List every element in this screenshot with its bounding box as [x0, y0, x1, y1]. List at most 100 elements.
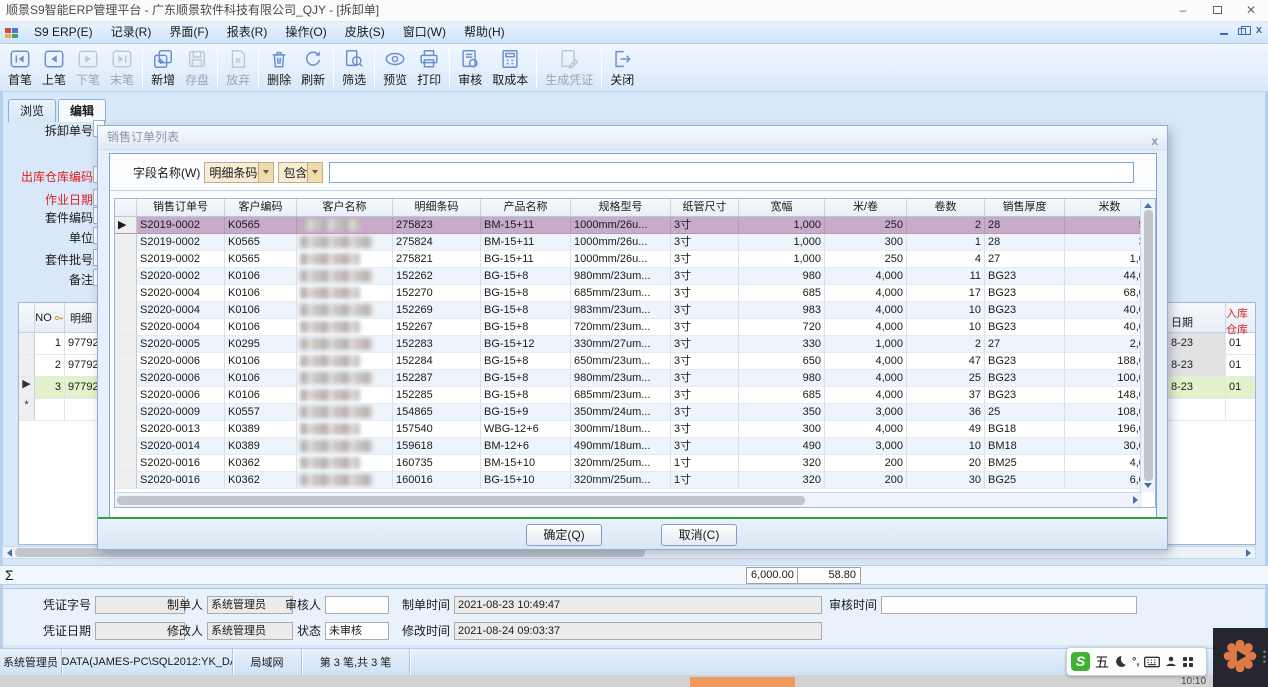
table-row[interactable]: ▶S2019-0002K0565275823BM-15+111000mm/26u…: [115, 217, 1155, 234]
dialog-close-icon[interactable]: x: [1151, 130, 1158, 153]
menu-item-4[interactable]: 操作(O): [276, 25, 335, 39]
user-icon[interactable]: [1165, 655, 1177, 668]
table-row[interactable]: S2019-0002K0565275824BM-15+111000mm/26u.…: [115, 234, 1155, 251]
table-row[interactable]: S2020-0016K0362160016BG-15+10320mm/25um.…: [115, 472, 1155, 489]
ime-toolbar[interactable]: S 五 °,: [1066, 647, 1207, 676]
grid-horizontal-scrollbar[interactable]: [115, 492, 1142, 507]
cancel-button[interactable]: 取消(C): [661, 524, 737, 546]
table-row[interactable]: 8-2301: [1168, 377, 1255, 399]
table-row[interactable]: S2020-0013K0389157540WBG-12+6300mm/18um.…: [115, 421, 1155, 438]
table-row[interactable]: 8-2301: [1168, 355, 1255, 377]
ime-mode-indicator[interactable]: 五: [1095, 652, 1109, 672]
chevron-down-icon[interactable]: [258, 163, 273, 182]
table-row[interactable]: ▶397792: [19, 377, 97, 399]
moon-icon[interactable]: [1114, 655, 1127, 668]
column-header-warehouse[interactable]: 入库仓库: [1226, 303, 1255, 332]
menu-item-7[interactable]: 帮助(H): [455, 25, 514, 39]
table-row[interactable]: S2020-0004K0106152267BG-15+8720mm/23um..…: [115, 319, 1155, 336]
menu-item-1[interactable]: 记录(R): [102, 25, 161, 39]
column-header-date[interactable]: 日期: [1168, 303, 1226, 332]
table-row[interactable]: S2020-0016K0362160735BM-15+10320mm/25um.…: [115, 455, 1155, 472]
grid-vertical-scrollbar[interactable]: [1140, 199, 1155, 492]
table-row[interactable]: 197792: [19, 333, 97, 355]
scrollbar-thumb[interactable]: [1144, 210, 1153, 481]
tab-edit[interactable]: 编辑: [58, 99, 106, 122]
column-header-客户名称[interactable]: 客户名称: [297, 199, 393, 217]
floating-app-icon[interactable]: •••: [1213, 628, 1268, 687]
column-header-销售厚度[interactable]: 销售厚度: [985, 199, 1065, 217]
os-taskbar[interactable]: [0, 675, 1268, 687]
redacted-customer-name: [300, 440, 373, 452]
toolbar-button-审核[interactable]: 审核: [453, 46, 487, 90]
column-header-宽幅[interactable]: 宽幅: [739, 199, 825, 217]
table-row[interactable]: S2020-0006K0106152285BG-15+8685mm/23um..…: [115, 387, 1155, 404]
mdi-restore-icon[interactable]: [1238, 28, 1246, 35]
column-header-销售订单号[interactable]: 销售订单号: [137, 199, 225, 217]
menu-item-3[interactable]: 报表(R): [218, 25, 277, 39]
scroll-left-icon[interactable]: [7, 549, 12, 557]
toolbar-button-删除[interactable]: 删除: [262, 46, 296, 90]
menu-item-6[interactable]: 窗口(W): [394, 25, 455, 39]
column-header-no[interactable]: NO: [35, 303, 65, 332]
toolbar-button-筛选[interactable]: 筛选: [337, 46, 371, 90]
menu-item-2[interactable]: 界面(F): [160, 25, 217, 39]
toolbar-button-打印[interactable]: 打印: [412, 46, 446, 90]
more-dots-icon[interactable]: •••: [1263, 650, 1266, 665]
toolbar-button-刷新[interactable]: 刷新: [296, 46, 330, 90]
toolbar-button-关闭[interactable]: 关闭: [605, 46, 639, 90]
scroll-right-icon[interactable]: [1246, 549, 1251, 557]
menu-item-5[interactable]: 皮肤(S): [336, 25, 394, 39]
filter-operator-select[interactable]: 包含: [278, 162, 323, 183]
table-row[interactable]: S2020-0009K0557154865BG-15+9350mm/24um..…: [115, 404, 1155, 421]
table-row[interactable]: 8-2301: [1168, 333, 1255, 355]
column-header-卷数[interactable]: 卷数: [907, 199, 985, 217]
table-row[interactable]: S2020-0006K0106152284BG-15+8650mm/23um..…: [115, 353, 1155, 370]
punctuation-icon[interactable]: °,: [1132, 656, 1139, 668]
column-header-selector[interactable]: [115, 199, 137, 217]
taskbar-app-highlight[interactable]: [690, 677, 795, 687]
keyboard-icon[interactable]: [1144, 656, 1160, 668]
table-row[interactable]: *: [19, 399, 97, 421]
ime-logo-icon[interactable]: S: [1071, 652, 1090, 671]
menu-item-0[interactable]: S9 ERP(E): [25, 25, 102, 39]
scroll-up-icon[interactable]: [1144, 203, 1152, 208]
scroll-down-icon[interactable]: [1144, 483, 1152, 488]
table-row[interactable]: 297792: [19, 355, 97, 377]
window-titlebar[interactable]: 顺景S9智能ERP管理平台 - 广东顺景软件科技有限公司_QJY - [拆卸单]…: [0, 0, 1268, 22]
toolbar-button-上笔[interactable]: 上笔: [37, 46, 71, 90]
table-row[interactable]: S2020-0002K0106152262BG-15+8980mm/23um..…: [115, 268, 1155, 285]
scrollbar-thumb[interactable]: [117, 496, 805, 505]
toolbar-button-预览[interactable]: 预览: [378, 46, 412, 90]
tab-browse[interactable]: 浏览: [8, 99, 56, 122]
column-header-规格型号[interactable]: 规格型号: [571, 199, 671, 217]
maximize-icon[interactable]: [1200, 0, 1234, 22]
column-header-纸管尺寸[interactable]: 纸管尺寸: [671, 199, 739, 217]
close-icon[interactable]: ✕: [1234, 0, 1268, 22]
table-row[interactable]: S2019-0002K0565275821BG-15+111000mm/26u.…: [115, 251, 1155, 268]
toolbar-button-新增[interactable]: 新增: [146, 46, 180, 90]
toolbar-button-取成本[interactable]: 取成本: [487, 46, 533, 90]
column-header-产品名称[interactable]: 产品名称: [481, 199, 571, 217]
column-header-detail[interactable]: 明细: [65, 303, 97, 332]
table-row[interactable]: S2020-0014K0389159618BM-12+6490mm/18um..…: [115, 438, 1155, 455]
chevron-down-icon[interactable]: [307, 163, 322, 182]
scroll-right-icon[interactable]: [1133, 496, 1138, 504]
table-row[interactable]: S2020-0004K0106152270BG-15+8685mm/23um..…: [115, 285, 1155, 302]
status-cell-0: 系统管理员: [0, 649, 62, 675]
ok-button[interactable]: 确定(Q): [526, 524, 602, 546]
table-row[interactable]: S2020-0006K0106152287BG-15+8980mm/23um..…: [115, 370, 1155, 387]
dialog-titlebar[interactable]: 销售订单列表 x: [98, 126, 1167, 150]
filter-field-select[interactable]: 明细条码: [204, 162, 274, 183]
mdi-minimize-icon[interactable]: [1220, 33, 1228, 35]
mdi-close-icon[interactable]: x: [1256, 24, 1262, 36]
filter-value-input[interactable]: [329, 162, 1134, 183]
column-header-米/卷[interactable]: 米/卷: [825, 199, 907, 217]
minimize-icon[interactable]: –: [1166, 0, 1200, 22]
column-header-明细条码[interactable]: 明细条码: [393, 199, 481, 217]
table-row[interactable]: S2020-0004K0106152269BG-15+8983mm/23um..…: [115, 302, 1155, 319]
table-row[interactable]: [1168, 399, 1255, 421]
table-row[interactable]: S2020-0005K0295152283BG-15+12330mm/27um.…: [115, 336, 1155, 353]
toolbar-button-首笔[interactable]: 首笔: [3, 46, 37, 90]
toolbox-grid-icon[interactable]: [1182, 656, 1194, 668]
column-header-客户编码[interactable]: 客户编码: [225, 199, 297, 217]
